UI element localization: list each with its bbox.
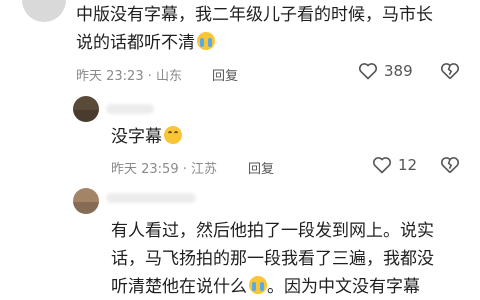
heart-icon xyxy=(358,62,378,80)
comment-meta: 昨天 23:59 · 江苏 xyxy=(111,162,218,177)
heart-icon xyxy=(372,156,392,174)
comment-time: 昨天 23:23 xyxy=(76,69,144,84)
like-count: 12 xyxy=(398,156,418,174)
crying-face-emoji-icon xyxy=(197,32,215,50)
broken-heart-icon xyxy=(440,156,460,174)
dislike-button[interactable] xyxy=(440,62,460,80)
reply-button[interactable]: 回复 xyxy=(248,158,274,177)
comment-location: 山东 xyxy=(156,69,183,84)
avatar[interactable] xyxy=(73,188,99,214)
comment-time: 昨天 23:59 xyxy=(111,162,179,177)
comment-text: 有人看过，然后他拍了一段发到网上。说实 xyxy=(111,221,434,241)
blurred-username xyxy=(106,104,154,114)
like-count: 389 xyxy=(384,62,413,80)
comment-text: 中版没有字幕，我二年级儿子看的时候，马市长 xyxy=(76,5,433,25)
comment-text: 话，马飞扬拍的那一段我看了三遍，我都没 xyxy=(111,249,434,269)
crying-face-emoji-icon xyxy=(249,276,267,294)
like-button[interactable]: 12 xyxy=(372,156,417,174)
comment-text: 听清楚他在说什么 。因为中文没有字幕 xyxy=(111,276,420,297)
blurred-username xyxy=(106,193,196,203)
dislike-button[interactable] xyxy=(440,156,460,174)
broken-heart-icon xyxy=(440,62,460,80)
comment-meta: 昨天 23:23 · 山东 xyxy=(76,69,183,84)
reply-button[interactable]: 回复 xyxy=(212,65,238,84)
comment-text: 说的话都听不清 xyxy=(76,31,215,55)
like-button[interactable]: 389 xyxy=(358,62,413,80)
comment-location: 江苏 xyxy=(191,162,218,177)
avatar[interactable] xyxy=(22,0,66,22)
avatar[interactable] xyxy=(73,96,99,122)
comment-text: 没字幕 xyxy=(111,125,182,149)
smiling-face-emoji-icon xyxy=(164,126,182,144)
